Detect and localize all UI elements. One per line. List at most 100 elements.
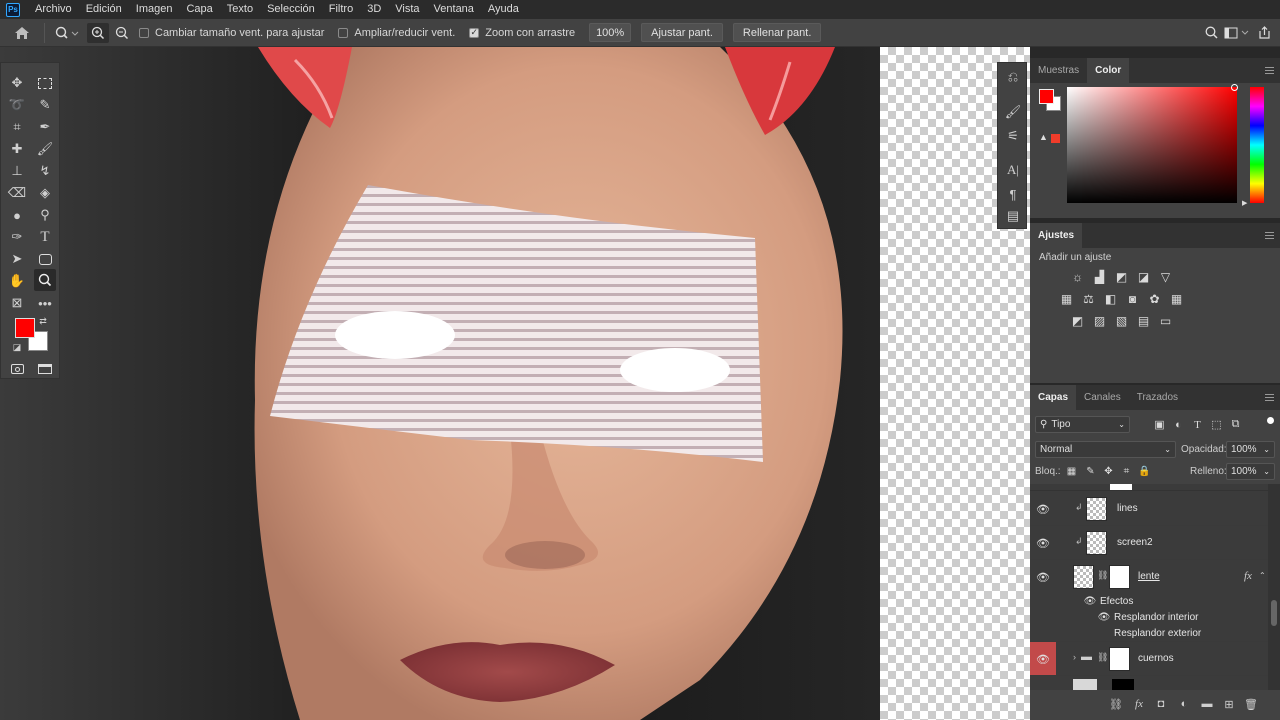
curves-icon[interactable]: ◩ [1114,269,1129,284]
layer-list-scrollbar[interactable] [1268,484,1280,690]
type-tool-icon[interactable]: T [34,227,56,247]
lock-transparent-icon[interactable]: ▦ [1064,464,1079,479]
eye-icon[interactable]: 👁 [1035,570,1051,584]
chevron-right-icon[interactable]: › [1073,652,1076,662]
layer-name[interactable]: lines [1117,503,1138,514]
libraries-icon[interactable]: ▤ [1002,205,1024,227]
zoom-tool-icon[interactable] [53,26,81,40]
color-fg-swatch[interactable] [1039,89,1054,104]
gamut-warning-icon[interactable]: ▲ [1039,132,1048,142]
layer-list[interactable]: 👁 ↲ lines 👁 ↲ screen2 👁 ⛓ lente fx ⌃ 👁 E… [1030,484,1280,690]
lock-artboard-icon[interactable]: ⌗ [1119,464,1134,479]
menu-vista[interactable]: Vista [388,0,426,19]
healing-brush-icon[interactable]: ✚ [6,139,28,159]
tab-adjustments[interactable]: Ajustes [1030,223,1083,248]
effect-inner-glow[interactable]: Resplandor interior [1114,612,1199,623]
gradient-map-icon[interactable]: ▭ [1158,313,1173,328]
layer-row-lines[interactable]: 👁 ↲ lines [1030,492,1268,526]
filter-adjustment-icon[interactable]: ◐ [1171,417,1186,432]
gamut-color-chip[interactable] [1051,134,1060,143]
dodge-tool-icon[interactable]: ⚲ [34,205,56,225]
checkbox-checked[interactable]: ✓ [469,27,480,38]
layer-row-screen2[interactable]: 👁 ↲ screen2 [1030,526,1268,560]
panel-menu-icon[interactable] [1265,232,1274,239]
layer-row-lente[interactable]: 👁 ⛓ lente fx ⌃ 👁 Efectos 👁 Resplandor in… [1030,560,1268,642]
search-icon[interactable] [1200,26,1222,39]
swap-colors-icon[interactable]: ⇄ [37,315,49,327]
zoom-tool-active-icon[interactable] [34,269,56,291]
layer-row-cuernos[interactable]: 👁 › ▬ ⛓ cuernos [1030,642,1268,676]
levels-icon[interactable]: ▟ [1092,269,1107,284]
color-lookup-icon[interactable]: ▦ [1169,291,1184,306]
fit-screen-button[interactable]: Ajustar pant. [641,23,723,42]
crop-tool-icon[interactable]: ⌗ [6,117,28,137]
share-icon[interactable] [1252,26,1276,39]
eye-icon[interactable]: 👁 [1035,536,1051,550]
add-style-icon[interactable]: fx [1132,697,1146,711]
chevron-up-icon[interactable]: ⌃ [1259,571,1266,580]
lasso-tool-icon[interactable]: ➰ [6,95,28,115]
rectangle-tool-icon[interactable] [34,249,56,269]
eyedropper-tool-icon[interactable]: ✒ [34,117,56,137]
zoom-out-icon[interactable] [111,26,133,40]
brush-tool-icon[interactable]: 🖌 [34,139,56,159]
default-colors-icon[interactable]: ◪ [11,341,23,353]
eraser-tool-icon[interactable]: ⌫ [6,183,28,203]
menu-edicion[interactable]: Edición [79,0,129,19]
layer-mask-lente[interactable] [1109,565,1130,589]
hand-tool-icon[interactable]: ✋ [6,271,28,291]
filter-smart-object-icon[interactable]: ⧉ [1228,417,1243,432]
eye-icon[interactable]: 👁 [1096,610,1112,624]
eye-icon[interactable]: 👁 [1035,502,1051,516]
history-brush-icon[interactable]: ↯ [34,161,56,181]
quick-mask-icon[interactable] [6,359,28,379]
tab-color[interactable]: Color [1087,58,1130,83]
character-icon[interactable]: A| [1002,159,1024,181]
panel-menu-icon[interactable] [1265,394,1274,401]
tab-swatches[interactable]: Muestras [1030,58,1087,83]
tab-layers[interactable]: Capas [1030,385,1077,410]
fx-indicator[interactable]: fx [1244,570,1252,582]
layer-filter-dropdown[interactable]: ⚲ Tipo ⌄ [1035,416,1130,433]
trash-icon[interactable]: 🗑 [1244,697,1258,711]
layer-row-partial-bottom[interactable] [1030,676,1268,690]
posterize-icon[interactable]: ▨ [1092,313,1107,328]
opacity-field[interactable]: 100% ⌄ [1226,441,1275,458]
menu-texto[interactable]: Texto [220,0,260,19]
history-icon[interactable]: ⎌ [1002,66,1024,88]
new-group-icon[interactable]: ▬ [1200,697,1214,711]
tab-paths[interactable]: Trazados [1129,385,1186,410]
marquee-tool-icon[interactable] [34,73,56,93]
eye-icon[interactable]: 👁 [1082,594,1098,608]
invert-icon[interactable]: ◩ [1070,313,1085,328]
link-layers-icon[interactable]: ⛓ [1109,697,1123,711]
group-mask-cuernos[interactable] [1109,647,1130,671]
channel-mixer-icon[interactable]: ✿ [1147,291,1162,306]
layer-name[interactable]: lente [1138,571,1160,582]
new-adjustment-icon[interactable]: ◐ [1177,697,1191,711]
path-select-icon[interactable]: ➤ [6,249,28,269]
fill-screen-button[interactable]: Rellenar pant. [732,23,822,42]
menu-filtro[interactable]: Filtro [322,0,360,19]
layer-name[interactable]: cuernos [1138,653,1174,664]
photo-filter-icon[interactable]: ◙ [1125,291,1140,306]
tab-channels[interactable]: Canales [1076,385,1129,410]
layer-name[interactable]: screen2 [1117,537,1153,548]
filter-shape-icon[interactable]: ⬚ [1209,417,1224,432]
menu-ventana[interactable]: Ventana [427,0,481,19]
menu-archivo[interactable]: Archivo [28,0,79,19]
checkbox-unchecked[interactable] [338,27,349,38]
color-balance-icon[interactable]: ⚖ [1081,291,1096,306]
lock-pixels-icon[interactable]: ✎ [1083,464,1098,479]
menu-imagen[interactable]: Imagen [129,0,180,19]
fill-field[interactable]: 100% ⌄ [1226,463,1275,480]
add-mask-icon[interactable]: ◘ [1154,697,1168,711]
pen-tool-icon[interactable]: ✑ [6,227,28,247]
hue-slider-handle[interactable]: ▶ [1242,199,1247,207]
paragraph-icon[interactable]: ¶ [1002,183,1024,205]
clone-stamp-icon[interactable]: ⊥ [6,161,28,181]
color-picker-handle[interactable] [1231,84,1238,91]
zoom-in-icon[interactable] [87,22,109,43]
menu-capa[interactable]: Capa [179,0,219,19]
brightness-contrast-icon[interactable]: ☼ [1070,269,1085,284]
